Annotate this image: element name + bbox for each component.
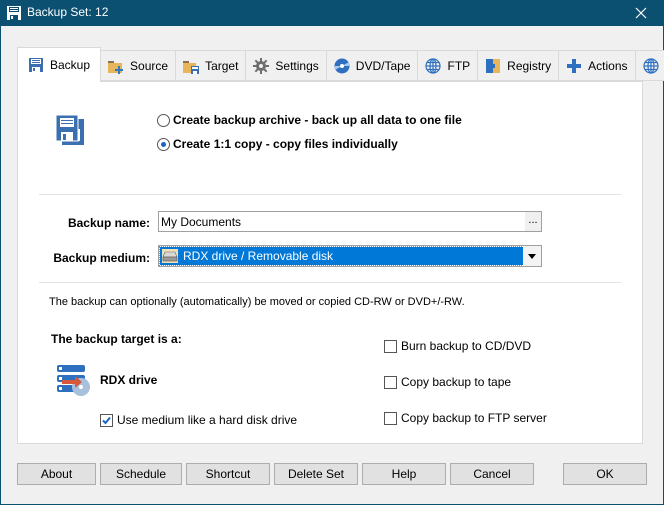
use-as-hdd-checkbox[interactable]: Use medium like a hard disk drive <box>100 413 297 427</box>
checkbox[interactable] <box>384 339 397 353</box>
tab-registry[interactable]: Registry <box>478 50 560 81</box>
radio-button[interactable] <box>157 113 170 127</box>
backup-medium-label: Backup medium: <box>53 251 150 265</box>
backup-medium-selected[interactable]: RDX drive / Removable disk <box>159 246 524 266</box>
backup-set-window: Backup Set: 12 Backup Source Target Sett… <box>0 0 664 505</box>
radio-create-archive[interactable]: Create backup archive - back up all data… <box>157 113 462 127</box>
tab-dvd-tape[interactable]: DVD/Tape <box>326 50 419 81</box>
tab-label: Backup <box>50 58 91 72</box>
tab-target[interactable]: Target <box>176 50 247 81</box>
optional-copy-note: The backup can optionally (automatically… <box>49 296 465 308</box>
tab-label: Actions <box>588 58 628 73</box>
globe-icon <box>425 57 442 74</box>
separator <box>39 194 621 195</box>
window-title: Backup Set: 12 <box>27 5 109 19</box>
cancel-button[interactable]: Cancel <box>450 463 534 485</box>
folder-save-icon <box>183 60 200 74</box>
tab-label: FTP <box>447 58 471 73</box>
tab-settings[interactable]: Settings <box>246 50 327 81</box>
checkbox[interactable] <box>384 375 397 389</box>
checkbox-label: Burn backup to CD/DVD <box>401 339 532 353</box>
ok-button[interactable]: OK <box>563 463 647 485</box>
tab-strip: Backup Source Target Settings DVD/Tape F… <box>17 47 664 82</box>
removable-drive-icon <box>162 249 178 263</box>
title-bar: Backup Set: 12 <box>0 0 664 26</box>
schedule-button[interactable]: Schedule <box>100 463 182 485</box>
disc-icon <box>334 58 350 73</box>
shortcut-button[interactable]: Shortcut <box>186 463 270 485</box>
help-button[interactable]: Help <box>362 463 446 485</box>
chevron-down-icon <box>528 253 536 259</box>
checkbox-checked[interactable] <box>100 413 113 427</box>
radio-label: Create 1:1 copy - copy files individuall… <box>173 137 398 151</box>
about-button[interactable]: About <box>17 463 96 485</box>
backup-copies-icon <box>55 115 84 145</box>
tab-source[interactable]: Source <box>101 50 177 81</box>
copy-to-ftp-checkbox[interactable]: Copy backup to FTP server <box>384 411 547 425</box>
checkbox-label: Use medium like a hard disk drive <box>117 413 298 427</box>
folder-add-icon <box>108 60 124 74</box>
checkbox-label: Copy backup to tape <box>401 375 512 389</box>
target-type-label: RDX drive <box>100 373 158 387</box>
tab-ftp[interactable]: FTP <box>418 50 479 81</box>
backup-name-field[interactable]: ... <box>158 211 542 232</box>
tab-actions[interactable]: Actions <box>559 50 636 81</box>
backup-name-label: Backup name: <box>67 216 150 230</box>
delete-set-button[interactable]: Delete Set <box>274 463 358 485</box>
close-button[interactable] <box>618 0 664 26</box>
tab-label: DVD/Tape <box>355 58 411 73</box>
tab-label: Target <box>205 58 239 73</box>
registry-icon <box>486 58 501 73</box>
close-icon <box>635 7 647 19</box>
browse-button[interactable]: ... <box>525 212 541 231</box>
tab-label: Registry <box>507 58 552 73</box>
backup-name-input[interactable] <box>159 212 519 231</box>
copy-to-tape-checkbox[interactable]: Copy backup to tape <box>384 375 511 389</box>
rdx-drive-icon <box>57 365 90 396</box>
burn-to-cd-checkbox[interactable]: Burn backup to CD/DVD <box>384 339 531 353</box>
plus-icon <box>567 58 582 73</box>
checkbox-label: Copy backup to FTP server <box>401 411 547 425</box>
backup-medium-select[interactable]: RDX drive / Removable disk <box>158 245 542 267</box>
backup-target-heading: The backup target is a: <box>51 332 182 346</box>
gear-icon <box>253 57 270 74</box>
radio-create-copy[interactable]: Create 1:1 copy - copy files individuall… <box>157 137 398 151</box>
globe-icon <box>642 57 659 74</box>
tab-label: Source <box>130 58 169 73</box>
radio-button-selected[interactable] <box>157 137 170 151</box>
dropdown-button[interactable] <box>523 246 541 266</box>
tab-cloud[interactable]: Cloud <box>635 50 664 81</box>
tab-label: Settings <box>275 58 319 73</box>
backup-medium-value: RDX drive / Removable disk <box>183 249 334 263</box>
floppy-disk-icon <box>7 6 21 20</box>
checkmark-icon <box>102 416 111 424</box>
dialog-client-area: Backup Source Target Settings DVD/Tape F… <box>1 26 664 504</box>
separator <box>39 282 621 283</box>
backup-tab-panel: Create backup archive - back up all data… <box>17 81 643 444</box>
radio-label: Create backup archive - back up all data… <box>173 113 462 127</box>
floppy-disk-icon <box>29 58 43 72</box>
checkbox[interactable] <box>384 411 397 425</box>
tab-backup[interactable]: Backup <box>17 47 102 82</box>
